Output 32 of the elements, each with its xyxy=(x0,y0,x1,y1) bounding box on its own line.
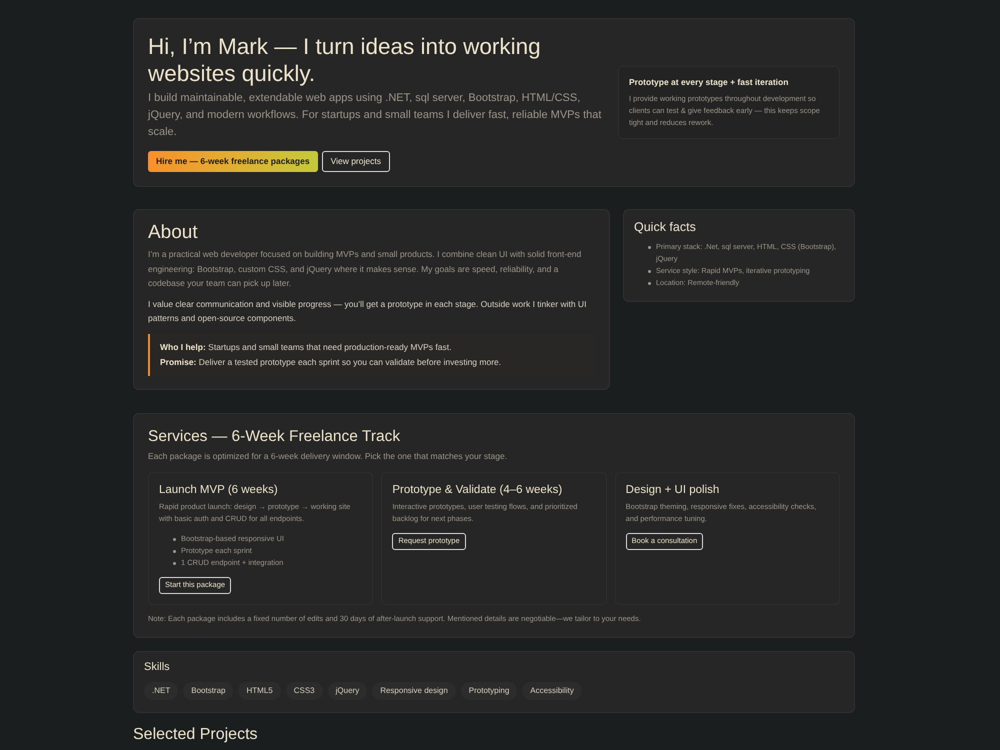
about-paragraph: I’m a practical web developer focused on building MVPs and small products. I combine clean UI with solid front-end engineering: Bootstrap, custom CSS, and jQuery where it makes sense. My goals are speed, reliability, and a codebase your team can pick up later. xyxy=(148,248,582,290)
quick-facts-title: Quick facts xyxy=(634,219,697,235)
package-title: Design + UI polish xyxy=(626,482,720,498)
skill-tag: jQuery xyxy=(328,682,368,700)
bullet-icon xyxy=(173,562,176,564)
skill-tag: Accessibility xyxy=(522,682,582,700)
skills-title: Skills xyxy=(144,660,171,674)
primary-button[interactable]: Hire me — 6-week freelance packages xyxy=(148,151,318,172)
bullet-icon xyxy=(648,282,651,285)
skill-tag: Prototyping xyxy=(460,682,518,700)
outline-button[interactable]: View projects xyxy=(322,151,390,172)
skill-tag: CSS3 xyxy=(286,682,323,700)
projects-title: Selected Projects xyxy=(133,724,259,744)
callout-line: Who I help: Startups and small teams that need production-ready MVPs fast. xyxy=(160,340,452,354)
highlight-title: Prototype at every stage + fast iteration xyxy=(629,76,790,88)
services-subtitle: Each package is optimized for a 6-week delivery window. Pick the one that matches your stage. xyxy=(148,450,508,462)
bullet-icon xyxy=(648,246,651,249)
hero-subtitle: I build maintainable, extendable web apps using .NET, sql server, Bootstrap, HTML/CSS, jQuery, and modern workflows. For startups and small teams I deliver fast, reliable MVPs that scale. xyxy=(148,91,602,140)
package-title: Launch MVP (6 weeks) xyxy=(159,482,278,498)
skill-tag: Responsive design xyxy=(372,682,456,700)
bullet-icon xyxy=(173,538,176,540)
skill-tag: HTML5 xyxy=(238,682,281,700)
services-title: Services — 6-Week Freelance Track xyxy=(148,426,402,446)
bullet-icon xyxy=(173,550,176,552)
skill-tag: .NET xyxy=(144,682,178,700)
skill-tag: Bootstrap xyxy=(183,682,234,700)
package-title: Prototype & Validate (4–6 weeks) xyxy=(392,482,562,498)
callout-line: Promise: Deliver a tested prototype each sprint so you can validate before investing more. xyxy=(160,356,502,369)
about-paragraph: I value clear communication and visible progress — you’ll get a prototype in each stage. Outside work I tinker with UI patterns and open-source components. xyxy=(148,298,588,325)
bullet-icon xyxy=(648,270,651,273)
hero-title: Hi, I’m Mark — I turn ideas into working websites quickly. xyxy=(148,33,542,87)
about-title: About xyxy=(148,222,199,244)
